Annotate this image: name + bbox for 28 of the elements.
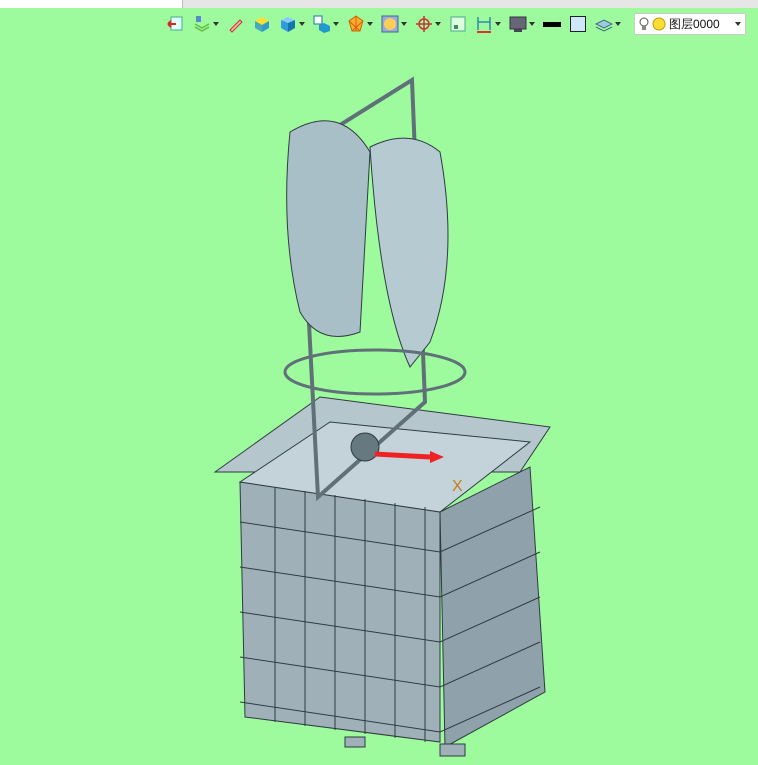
- line-color-icon: [543, 22, 561, 26]
- caret-icon: [495, 22, 501, 26]
- caret-icon: [333, 22, 339, 26]
- caret-icon: [213, 22, 219, 26]
- crosshair-icon: [415, 15, 433, 33]
- caret-icon: [435, 22, 441, 26]
- x-axis-arrow: [374, 451, 444, 463]
- frame-icon: [449, 15, 467, 33]
- caret-icon: [367, 22, 373, 26]
- caret-icon: [615, 22, 621, 26]
- caret-icon: [401, 22, 407, 26]
- monitor-icon: [509, 15, 527, 33]
- caret-icon: [299, 22, 305, 26]
- polygon-icon: [347, 15, 365, 33]
- caret-icon: [735, 22, 741, 26]
- toolbar-button[interactable]: [568, 14, 588, 34]
- sun-icon: [652, 17, 666, 31]
- layers-icon: [193, 15, 211, 33]
- layer-select[interactable]: 图层0000: [634, 13, 746, 35]
- lightbulb-icon: [639, 17, 649, 31]
- caret-icon: [529, 22, 535, 26]
- dimension-icon: [475, 15, 493, 33]
- axis-label: X: [452, 478, 463, 496]
- exit-icon: [167, 15, 185, 33]
- toolbar-button[interactable]: [508, 14, 536, 34]
- fill-color-icon: [569, 15, 587, 33]
- box-icon: [253, 15, 271, 33]
- toolbar-button[interactable]: [542, 20, 562, 28]
